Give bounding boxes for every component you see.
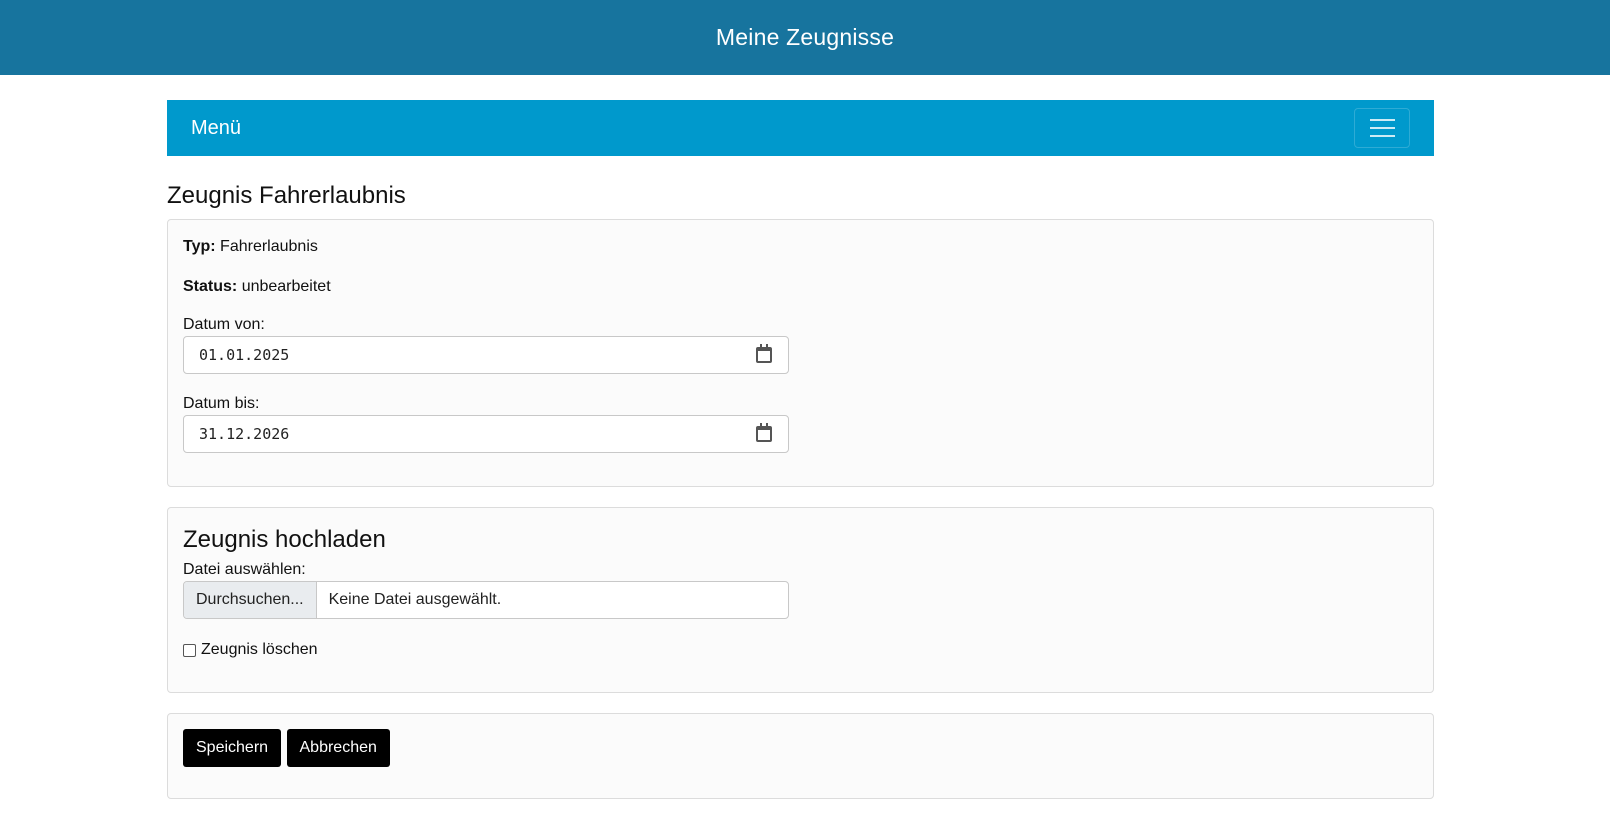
date-from-label: Datum von: [183,316,265,333]
navbar-brand[interactable]: Menü [191,117,241,140]
navbar-toggler-button[interactable] [1354,108,1410,148]
hamburger-icon [1369,127,1395,129]
delete-row[interactable]: Zeugnis löschen [183,641,1418,659]
file-label: Datei auswählen: [183,561,306,578]
type-value: Fahrerlaubnis [220,238,318,255]
hamburger-icon [1369,135,1395,137]
upload-card: Zeugnis hochladen Datei auswählen: Durch… [167,507,1434,693]
browse-button[interactable]: Durchsuchen... [184,582,317,618]
calendar-icon[interactable] [756,344,772,363]
details-card: Typ: Fahrerlaubnis Status: unbearbeitet … [167,219,1434,487]
date-to-input[interactable]: 31.12.2026 [183,415,789,453]
date-to-label: Datum bis: [183,395,260,412]
date-to-value: 31.12.2026 [199,425,290,443]
actions-card: Speichern Abbrechen [167,713,1434,799]
app-title: Meine Zeugnisse [715,24,895,50]
status-value: unbearbeitet [241,278,331,295]
status-label: Status: [183,278,238,295]
calendar-icon[interactable] [756,423,772,442]
type-row: Typ: Fahrerlaubnis [183,235,1418,259]
file-input[interactable]: Durchsuchen... Keine Datei ausgewählt. [183,581,789,619]
page-title: Zeugnis Fahrerlaubnis [167,182,406,209]
delete-label[interactable]: Zeugnis löschen [201,641,318,659]
navbar: Menü [167,100,1434,156]
file-name-text: Keine Datei ausgewählt. [328,591,502,608]
upload-title: Zeugnis hochladen [183,526,386,553]
date-from-value: 01.01.2025 [199,346,290,364]
cancel-button[interactable]: Abbrechen [286,729,390,767]
delete-checkbox[interactable] [183,643,196,657]
status-row: Status: unbearbeitet [183,275,1418,299]
date-from-input[interactable]: 01.01.2025 [183,336,789,374]
hamburger-icon [1369,119,1395,121]
type-label: Typ: [183,238,216,255]
app-header: Meine Zeugnisse [0,0,1610,75]
main-container: Menü Zeugnis Fahrerlaubnis Typ: Fahrerla… [167,100,1434,799]
save-button[interactable]: Speichern [183,729,282,767]
